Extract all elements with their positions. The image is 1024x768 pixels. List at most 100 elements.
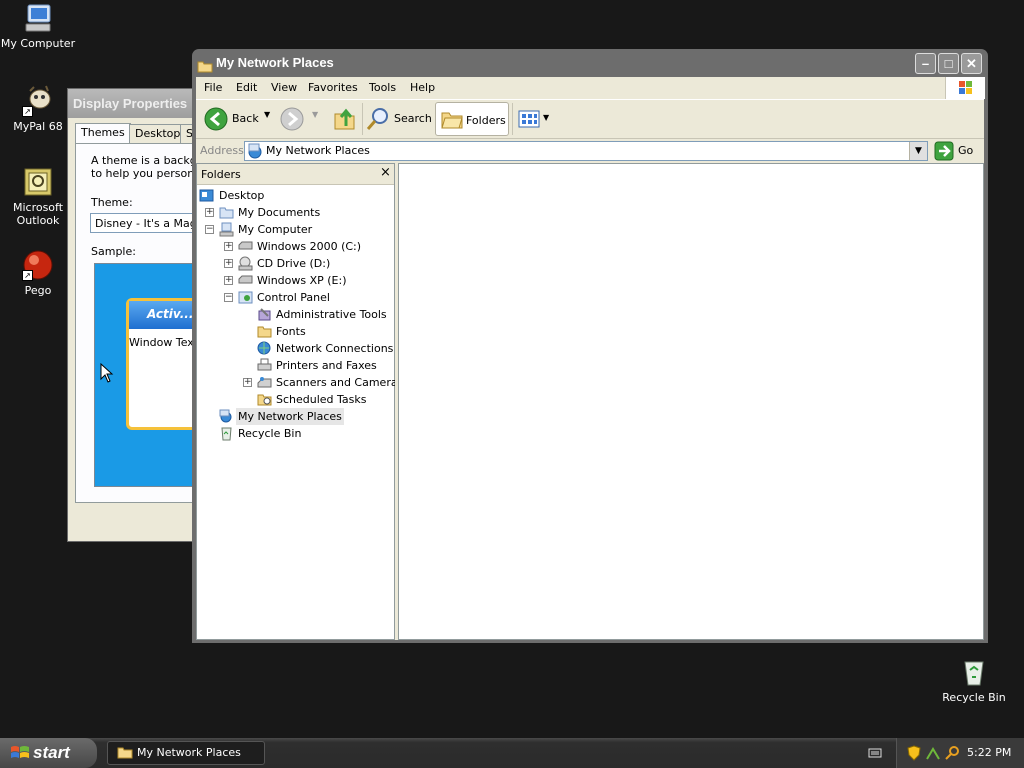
menu-tools[interactable]: Tools (369, 77, 396, 99)
menu-help[interactable]: Help (410, 77, 435, 99)
address-dropdown-icon[interactable]: ▼ (909, 142, 927, 160)
toolbar: Back ▼ ▼ Search Folders ▼ (196, 99, 984, 139)
preview-title: Activ... (147, 307, 194, 321)
network-places-icon (219, 409, 232, 423)
recycle-bin-icon (221, 427, 232, 441)
desktop-icon-label: Pego (24, 284, 52, 297)
shortcut-arrow-icon: ↗ (22, 270, 33, 281)
menu-view[interactable]: View (271, 77, 297, 99)
control-panel-icon (238, 291, 253, 304)
address-value: My Network Places (266, 144, 370, 157)
content-pane[interactable] (398, 163, 984, 640)
collapse-icon[interactable]: − (224, 293, 233, 302)
my-computer-icon (22, 2, 54, 34)
collapse-icon[interactable]: − (205, 225, 214, 234)
go-arrow-icon (934, 141, 954, 164)
maximize-button[interactable]: □ (938, 53, 959, 74)
menu-file[interactable]: File (204, 77, 222, 99)
windows-flag-icon (10, 744, 30, 767)
security-shield-icon[interactable] (907, 745, 921, 764)
menu-edit[interactable]: Edit (236, 77, 257, 99)
start-button[interactable]: start (0, 738, 97, 768)
menu-favorites[interactable]: Favorites (308, 77, 358, 99)
theme-description: A theme is a backgro to help you persona… (91, 154, 208, 180)
desktop-icon-mypal[interactable]: ↗ MyPal 68 (0, 85, 76, 133)
network-tray-icon[interactable] (925, 745, 941, 764)
menu-bar: File Edit View Favorites Tools Help (196, 77, 985, 99)
tab-desktop[interactable]: Desktop (129, 124, 187, 143)
clock[interactable]: 5:22 PM (967, 746, 1011, 759)
sample-label: Sample: (91, 245, 136, 258)
shortcut-arrow-icon: ↗ (22, 106, 33, 117)
back-dropdown-icon[interactable]: ▼ (264, 110, 270, 119)
address-label: Address (200, 144, 244, 157)
window-title: My Network Places (216, 55, 334, 70)
minimize-button[interactable]: – (915, 53, 936, 74)
printer-icon (257, 358, 272, 371)
theme-label: Theme: (91, 196, 133, 209)
expand-icon[interactable]: + (205, 208, 214, 217)
folders-pane-title: Folders (201, 168, 241, 181)
views-dropdown-icon: ▼ (543, 113, 550, 122)
hard-drive-icon (238, 241, 253, 250)
recycle-bin-icon (958, 656, 990, 688)
search-tray-icon[interactable] (944, 745, 960, 764)
up-folder-button[interactable] (332, 106, 358, 135)
search-label: Search (394, 112, 432, 125)
folder-icon (117, 745, 133, 767)
scheduled-tasks-icon (257, 394, 272, 406)
folders-icon (441, 109, 463, 132)
views-button[interactable]: ▼ (518, 109, 549, 132)
cd-drive-icon (238, 256, 253, 271)
desktop-icon-label: Recycle Bin (942, 691, 1006, 704)
computer-icon (219, 222, 234, 237)
close-pane-icon[interactable]: × (380, 165, 391, 180)
network-places-icon (247, 143, 263, 162)
taskbar: start My Network Places 5:22 PM (0, 738, 1024, 768)
address-bar: Address My Network Places ▼ Go (196, 139, 984, 163)
back-arrow-icon (204, 107, 228, 134)
window-titlebar[interactable]: My Network Places – □ ✕ (192, 49, 988, 77)
back-label: Back (232, 112, 259, 125)
close-button[interactable]: ✕ (961, 53, 982, 74)
windows-logo-icon (945, 77, 985, 99)
selected-label: My Network Places (236, 408, 344, 425)
desktop-icon-outlook[interactable]: Microsoft Outlook (0, 166, 76, 227)
expand-icon[interactable]: + (224, 276, 233, 285)
desktop-icon-my-computer[interactable]: My Computer (0, 2, 76, 50)
window-title[interactable]: Display Properties (68, 89, 208, 118)
pego-icon: ↗ (22, 249, 54, 281)
tab-themes[interactable]: Themes (75, 123, 131, 143)
desktop-icon-recycle-bin[interactable]: Recycle Bin (936, 656, 1012, 704)
taskbar-item-my-network-places[interactable]: My Network Places (107, 741, 265, 765)
mouse-cursor-icon (100, 362, 114, 386)
hard-drive-icon (238, 275, 253, 284)
desktop-icon-label: Microsoft Outlook (12, 201, 64, 227)
themes-panel: A theme is a backgro to help you persona… (75, 143, 220, 503)
expand-icon[interactable]: + (224, 259, 233, 268)
taskbar-item-label: My Network Places (137, 746, 241, 759)
forward-button[interactable] (280, 107, 304, 134)
desktop-icon-pego[interactable]: ↗ Pego (0, 249, 76, 297)
expand-icon[interactable]: + (243, 378, 252, 387)
mypal-icon: ↗ (22, 85, 54, 117)
folders-button[interactable]: Folders (435, 102, 509, 136)
search-icon (366, 107, 390, 134)
forward-dropdown-icon[interactable]: ▼ (312, 110, 318, 119)
outlook-icon (22, 166, 54, 198)
system-tray: 5:22 PM (896, 738, 1024, 768)
admin-tools-icon (258, 308, 271, 321)
display-properties-window[interactable]: Display Properties Themes Desktop S A th… (67, 88, 220, 542)
address-field[interactable]: My Network Places ▼ (244, 141, 928, 161)
desktop-icon-label: MyPal 68 (13, 120, 63, 133)
keyboard-icon[interactable] (868, 747, 882, 762)
explorer-window[interactable]: My Network Places – □ ✕ File Edit View F… (192, 49, 988, 643)
start-label: start (33, 743, 70, 762)
toolbar-separator (362, 103, 363, 135)
preview-text: Window Text (129, 336, 199, 349)
documents-folder-icon (219, 207, 234, 219)
expand-icon[interactable]: + (224, 242, 233, 251)
scanner-icon (257, 377, 272, 388)
views-icon (518, 110, 540, 132)
network-globe-icon (257, 341, 271, 355)
